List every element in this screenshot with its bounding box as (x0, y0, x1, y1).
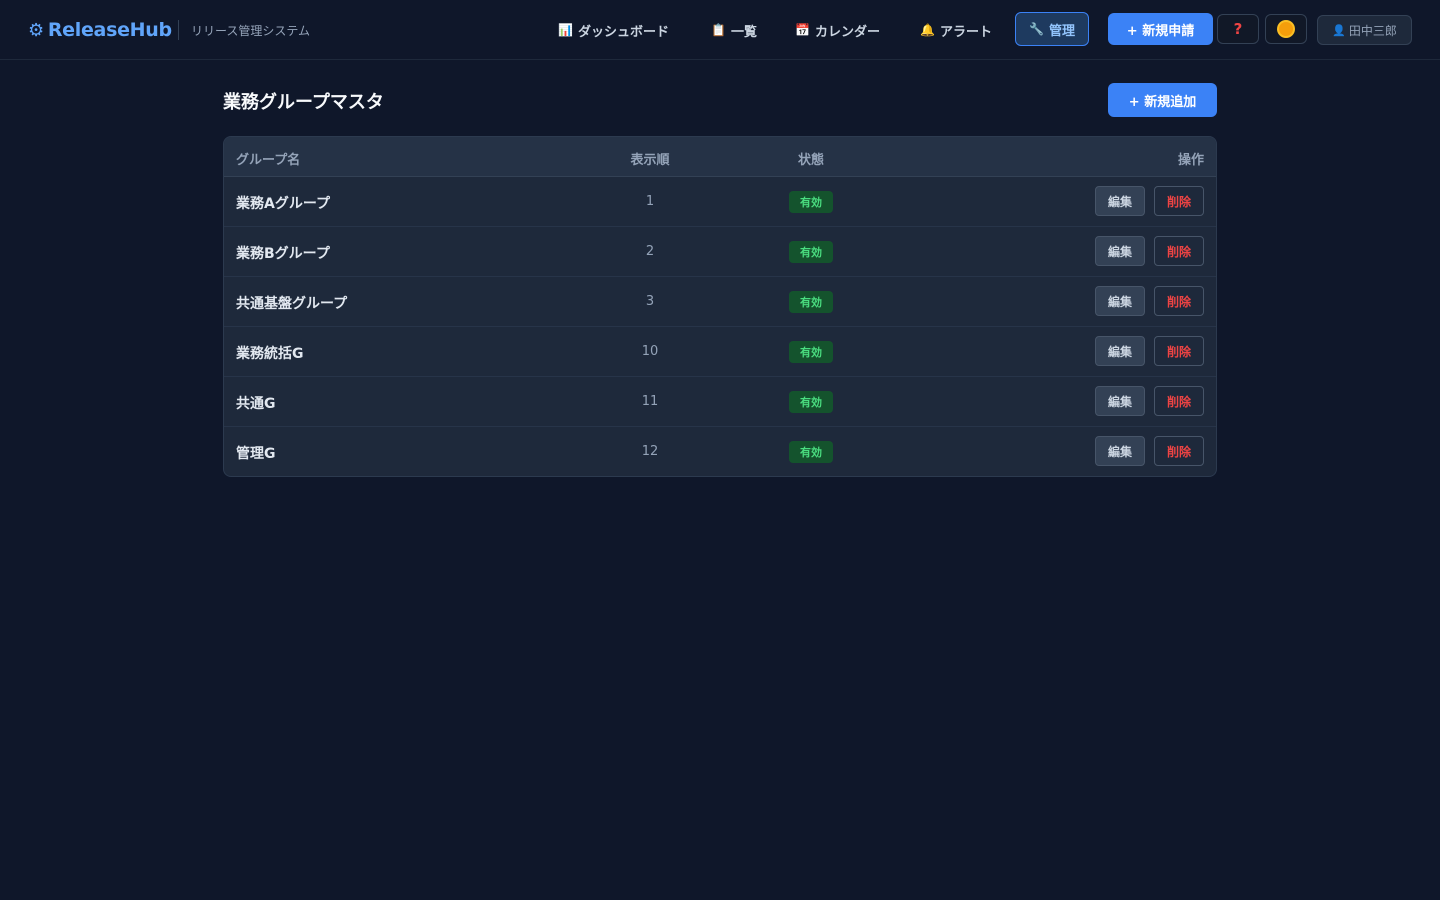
theme-toggle-button[interactable] (1265, 14, 1307, 44)
table-header: グループ名 表示順 状態 操作 (224, 137, 1216, 177)
user-icon: 👤 (1332, 23, 1346, 37)
status-badge: 有効 (789, 291, 833, 313)
brand-name: ReleaseHub (47, 19, 172, 41)
column-header-status[interactable]: 状態 (771, 149, 851, 168)
user-name: 田中三郎 (1348, 23, 1397, 38)
group-name: 業務Bグループ (236, 246, 330, 262)
edit-button[interactable]: 編集 (1095, 386, 1145, 416)
column-header-name[interactable]: グループ名 (236, 149, 300, 168)
bell-icon: 🔔 (920, 23, 935, 37)
group-name: 共通基盤グループ (236, 296, 348, 312)
nav-item-label: ダッシュボード (577, 24, 669, 40)
status-badge: 有効 (789, 241, 833, 263)
table-row: 共通基盤グループ 3 有効 編集 削除 (224, 277, 1216, 327)
nav-item-label: 一覧 (730, 24, 757, 40)
status-badge: 有効 (789, 191, 833, 213)
nav-item-list[interactable]: 📋 一覧 (711, 15, 757, 45)
nav-item-alerts[interactable]: 🔔 アラート (920, 15, 992, 45)
group-name: 業務Aグループ (236, 196, 330, 212)
display-order: 1 (645, 194, 655, 209)
nav-item-label: カレンダー (814, 24, 880, 40)
delete-button[interactable]: 削除 (1154, 386, 1204, 416)
app-subtitle: リリース管理システム (191, 24, 311, 38)
display-order: 10 (641, 344, 659, 359)
table-row: 管理G 12 有効 編集 削除 (224, 427, 1216, 476)
table-row: 業務統括G 10 有効 編集 削除 (224, 327, 1216, 377)
nav-item-admin[interactable]: 🔧 管理 (1015, 12, 1089, 46)
edit-button[interactable]: 編集 (1095, 236, 1145, 266)
status-badge: 有効 (789, 391, 833, 413)
nav-item-label: アラート (939, 24, 992, 40)
page-title: 業務グループマスタ (223, 92, 384, 113)
edit-button[interactable]: 編集 (1095, 286, 1145, 316)
table-row: 業務Bグループ 2 有効 編集 削除 (224, 227, 1216, 277)
sun-icon (1279, 22, 1293, 36)
table-row: 業務Aグループ 1 有効 編集 削除 (224, 177, 1216, 227)
edit-button[interactable]: 編集 (1095, 436, 1145, 466)
edit-button[interactable]: 編集 (1095, 186, 1145, 216)
brand-logo[interactable]: ⚙ ReleaseHub (28, 17, 172, 43)
delete-button[interactable]: 削除 (1154, 236, 1204, 266)
column-header-order[interactable]: 表示順 (610, 149, 690, 168)
nav-item-dashboard[interactable]: 📊 ダッシュボード (558, 15, 669, 45)
list-icon: 📋 (711, 23, 726, 37)
gear-icon: ⚙ (28, 19, 44, 41)
display-order: 12 (641, 444, 659, 459)
new-request-button[interactable]: + 新規申請 (1108, 13, 1213, 45)
user-menu-button[interactable]: 👤 田中三郎 (1317, 15, 1412, 45)
question-mark-icon: ? (1233, 20, 1243, 38)
delete-button[interactable]: 削除 (1154, 436, 1204, 466)
table-row: 共通G 11 有効 編集 削除 (224, 377, 1216, 427)
delete-button[interactable]: 削除 (1154, 186, 1204, 216)
calendar-icon: 📅 (795, 23, 810, 37)
group-name: 共通G (236, 396, 276, 412)
display-order: 11 (641, 394, 659, 409)
nav-item-label: 管理 (1048, 23, 1075, 39)
delete-button[interactable]: 削除 (1154, 286, 1204, 316)
status-badge: 有効 (789, 441, 833, 463)
edit-button[interactable]: 編集 (1095, 336, 1145, 366)
delete-button[interactable]: 削除 (1154, 336, 1204, 366)
nav-item-calendar[interactable]: 📅 カレンダー (795, 15, 880, 45)
column-header-actions: 操作 (1177, 153, 1204, 168)
display-order: 3 (645, 294, 655, 309)
group-name: 業務統括G (236, 346, 304, 362)
status-badge: 有効 (789, 341, 833, 363)
help-button[interactable]: ? (1217, 14, 1259, 44)
brand-divider (178, 20, 179, 40)
wrench-icon: 🔧 (1029, 22, 1044, 36)
group-table: グループ名 表示順 状態 操作 業務Aグループ 1 有効 編集 削除 業務Bグル… (223, 136, 1217, 477)
display-order: 2 (645, 244, 655, 259)
chart-icon: 📊 (558, 23, 573, 37)
add-group-button[interactable]: + 新規追加 (1108, 83, 1217, 117)
group-name: 管理G (236, 446, 276, 462)
top-navigation-bar: ⚙ ReleaseHub リリース管理システム 📊 ダッシュボード 📋 一覧 📅… (0, 0, 1440, 60)
